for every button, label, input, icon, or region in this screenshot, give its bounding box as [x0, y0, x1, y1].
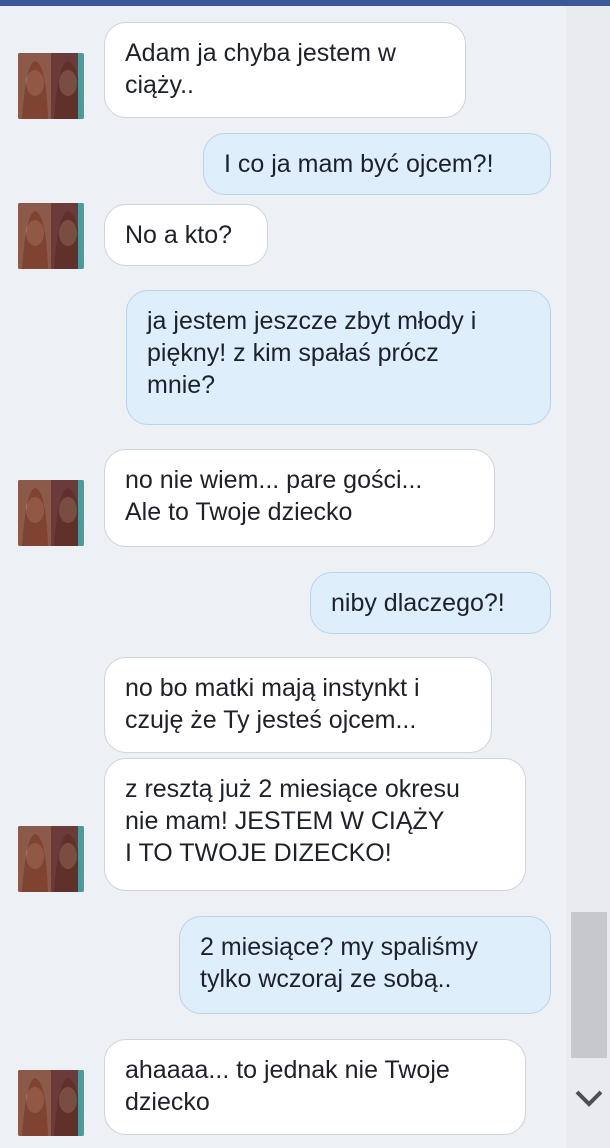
message-outgoing: niby dlaczego?!: [310, 572, 551, 634]
message-incoming: z resztą już 2 miesiące okresu nie mam! …: [104, 758, 526, 891]
message-incoming: ahaaaa... to jednak nie Twoje dziecko: [104, 1039, 526, 1135]
avatar[interactable]: [18, 1070, 84, 1136]
chevron-down-icon[interactable]: [571, 1084, 607, 1114]
avatar[interactable]: [18, 480, 84, 546]
message-incoming: no nie wiem... pare gości... Ale to Twoj…: [104, 449, 495, 547]
message-outgoing: ja jestem jeszcze zbyt młody i piękny! z…: [126, 290, 551, 425]
message-incoming: Adam ja chyba jestem w ciąży..: [104, 22, 466, 118]
message-outgoing: I co ja mam być ojcem?!: [203, 133, 551, 195]
scrollbar-thumb[interactable]: [571, 912, 607, 1058]
avatar[interactable]: [18, 53, 84, 119]
avatar[interactable]: [18, 826, 84, 892]
avatar[interactable]: [18, 203, 84, 269]
message-incoming: No a kto?: [104, 204, 268, 266]
message-outgoing: 2 miesiące? my spaliśmy tylko wczoraj ze…: [179, 916, 551, 1014]
top-bar: [0, 0, 610, 6]
message-incoming: no bo matki mają instynkt i czuję że Ty …: [104, 657, 492, 753]
